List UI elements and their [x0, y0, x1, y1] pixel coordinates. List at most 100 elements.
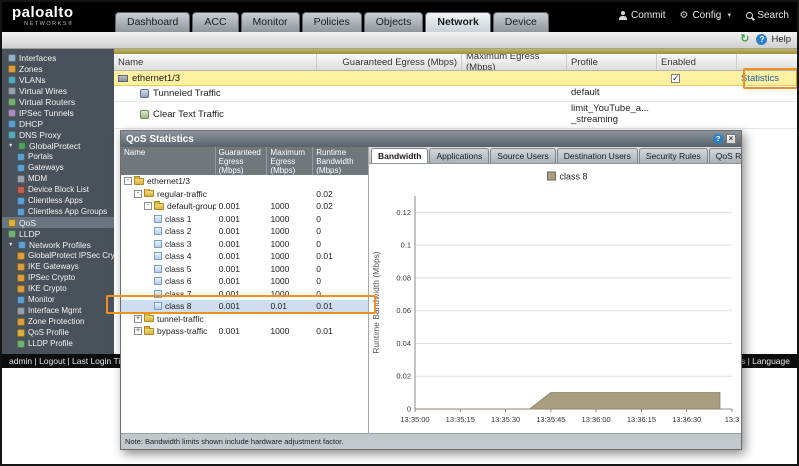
sidebar-item-qos-profile[interactable]: QoS Profile	[2, 327, 114, 338]
tree-column-header-guaranteed-egress-mbps[interactable]: Guaranteed Egress (Mbps)	[216, 147, 268, 175]
tree-row-class-2[interactable]: class 20.00110000	[121, 225, 368, 238]
collapse-icon[interactable]: -	[144, 202, 152, 210]
runtime-bandwidth-value: 0.02	[313, 189, 368, 199]
sidebar-item-vlans[interactable]: VLANs	[2, 74, 114, 85]
tree-column-header-name[interactable]: Name	[121, 147, 216, 175]
expand-icon[interactable]: +	[134, 327, 142, 335]
guaranteed-egress-value: 0.001	[216, 301, 268, 311]
sidebar-item-qos[interactable]: QoS	[2, 217, 114, 228]
tree-row-ethernet1-3[interactable]: -ethernet1/3	[121, 175, 368, 188]
tree-row-bypass-traffic[interactable]: +bypass-traffic0.00110000.01	[121, 325, 368, 338]
sidebar-item-clientless-apps[interactable]: Clientless Apps	[2, 195, 114, 206]
config-menu[interactable]: ⚙ Config ▼	[679, 10, 732, 21]
table-row-ethernet1-3[interactable]: ethernet1/3 Statistics	[114, 71, 799, 86]
sidebar-item-ike-gateways[interactable]: IKE Gateways	[2, 261, 114, 272]
sidebar-item-virtual-wires[interactable]: Virtual Wires	[2, 85, 114, 96]
dialog-close-icon[interactable]: ×	[726, 134, 736, 144]
nav-tab-acc[interactable]: ACC	[192, 12, 238, 32]
nav-tab-monitor[interactable]: Monitor	[241, 12, 300, 32]
sidebar-item-ike-crypto[interactable]: IKE Crypto	[2, 283, 114, 294]
nav-tab-policies[interactable]: Policies	[302, 12, 362, 32]
maximum-egress-value: 1000	[267, 239, 313, 249]
sidebar-item-interfaces[interactable]: Interfaces	[2, 52, 114, 63]
sidebar-item-label: IPSec Crypto	[28, 273, 75, 282]
collapse-icon[interactable]: -	[134, 190, 142, 198]
tree-row-class-6[interactable]: class 60.00110000	[121, 275, 368, 288]
sidebar-item-portals[interactable]: Portals	[2, 151, 114, 162]
dialog-title-bar[interactable]: QoS Statistics ? ×	[121, 131, 741, 147]
table-row-clear-text-traffic[interactable]: Clear Text Trafficlimit_YouTube_a..._str…	[114, 102, 799, 129]
commit-button[interactable]: Commit	[618, 10, 665, 21]
sidebar-item-lldp-profile[interactable]: LLDP Profile	[2, 338, 114, 349]
tab-bandwidth[interactable]: Bandwidth	[371, 148, 428, 163]
sidebar-item-label: Interface Mgmt	[28, 306, 81, 315]
nav-tab-objects[interactable]: Objects	[364, 12, 424, 32]
tab-qos-rules[interactable]: QoS Rules	[709, 148, 741, 163]
tree-row-regular-traffic[interactable]: -regular-traffic0.02	[121, 188, 368, 201]
tree-header: NameGuaranteed Egress (Mbps)Maximum Egre…	[121, 147, 368, 175]
sidebar-item-globalprotect[interactable]: ▼GlobalProtect	[2, 140, 114, 151]
tab-security-rules[interactable]: Security Rules	[639, 148, 708, 163]
tree-row-class-4[interactable]: class 40.00110000.01	[121, 250, 368, 263]
tab-applications[interactable]: Applications	[429, 148, 489, 163]
clientless-apps-icon	[17, 197, 25, 205]
sidebar-item-gateways[interactable]: Gateways	[2, 162, 114, 173]
collapse-icon[interactable]: -	[124, 177, 132, 185]
expand-caret-icon[interactable]: ▼	[8, 143, 15, 149]
sidebar-item-monitor[interactable]: Monitor	[2, 294, 114, 305]
sidebar-item-dhcp[interactable]: DHCP	[2, 118, 114, 129]
tree-column-header-maximum-egress-mbps[interactable]: Maximum Egress (Mbps)	[267, 147, 313, 175]
sidebar-item-interface-mgmt[interactable]: Interface Mgmt	[2, 305, 114, 316]
portals-icon	[17, 153, 25, 161]
statistics-link[interactable]: Statistics	[741, 73, 779, 84]
nav-tab-device[interactable]: Device	[493, 12, 549, 32]
sidebar-nav: InterfacesZonesVLANsVirtual WiresVirtual…	[2, 49, 114, 354]
sidebar-item-mdm[interactable]: MDM	[2, 173, 114, 184]
sidebar-item-globalprotect-ipsec-crypto[interactable]: GlobalProtect IPSec Crypto	[2, 250, 114, 261]
sidebar-item-ipsec-crypto[interactable]: IPSec Crypto	[2, 272, 114, 283]
qos-table-header: NameGuaranteed Egress (Mbps)Maximum Egre…	[114, 54, 799, 71]
refresh-icon[interactable]: ↻	[740, 34, 749, 45]
expand-caret-icon[interactable]: ▼	[8, 242, 15, 248]
sidebar-item-ipsec-tunnels[interactable]: IPSec Tunnels	[2, 107, 114, 118]
sidebar-item-clientless-app-groups[interactable]: Clientless App Groups	[2, 206, 114, 217]
sidebar-item-virtual-routers[interactable]: Virtual Routers	[2, 96, 114, 107]
tree-row-class-7[interactable]: class 70.00110000	[121, 288, 368, 301]
help-button[interactable]: ? Help	[756, 34, 791, 45]
sidebar-item-zones[interactable]: Zones	[2, 63, 114, 74]
column-header-profile[interactable]: Profile	[567, 54, 657, 70]
row-name: ethernet1/3	[132, 73, 180, 84]
interface-mgmt-icon	[17, 307, 25, 315]
nav-tab-network[interactable]: Network	[425, 12, 490, 32]
sidebar-item-network-profiles[interactable]: ▼Network Profiles	[2, 239, 114, 250]
class-icon	[154, 215, 162, 223]
sidebar-item-zone-protection[interactable]: Zone Protection	[2, 316, 114, 327]
expand-icon[interactable]: +	[134, 315, 142, 323]
sidebar-item-device-block-list[interactable]: Device Block List	[2, 184, 114, 195]
column-header-guaranteed-egress-mbps[interactable]: Guaranteed Egress (Mbps)	[317, 54, 462, 70]
tree-row-class-8[interactable]: class 80.0010.010.01	[121, 300, 368, 313]
tab-destination-users[interactable]: Destination Users	[557, 148, 638, 163]
sidebar-item-dns-proxy[interactable]: DNS Proxy	[2, 129, 114, 140]
tree-row-class-3[interactable]: class 30.00110000	[121, 238, 368, 251]
sidebar-item-lldp[interactable]: LLDP	[2, 228, 114, 239]
tree-row-default-group[interactable]: -default-group0.00110000.02	[121, 200, 368, 213]
table-row-tunneled-traffic[interactable]: Tunneled Trafficdefault	[114, 86, 799, 102]
column-header-name[interactable]: Name	[114, 54, 317, 70]
tab-source-users[interactable]: Source Users	[490, 148, 556, 163]
tree-row-class-1[interactable]: class 10.00110000	[121, 213, 368, 226]
guaranteed-egress-value: 0.001	[216, 201, 268, 211]
enabled-checkbox[interactable]	[671, 74, 680, 83]
sidebar-item-label: MDM	[28, 174, 47, 183]
dialog-help-icon[interactable]: ?	[713, 134, 723, 144]
column-header-enabled[interactable]: Enabled	[657, 54, 737, 70]
nav-tab-dashboard[interactable]: Dashboard	[115, 12, 190, 32]
column-header-maximum-egress-mbps[interactable]: Maximum Egress (Mbps)	[462, 54, 567, 70]
tree-row-tunnel-traffic[interactable]: +tunnel-traffic	[121, 313, 368, 326]
search-button[interactable]: Search	[746, 10, 789, 21]
tree-column-header-runtime-bandwidth-mbps[interactable]: Runtime Bandwidth (Mbps)	[313, 147, 368, 175]
search-label: Search	[757, 10, 789, 21]
tree-row-class-5[interactable]: class 50.00110000	[121, 263, 368, 276]
y-tick-label: 0.06	[396, 306, 411, 315]
x-tick-label: 13:3	[725, 415, 740, 424]
